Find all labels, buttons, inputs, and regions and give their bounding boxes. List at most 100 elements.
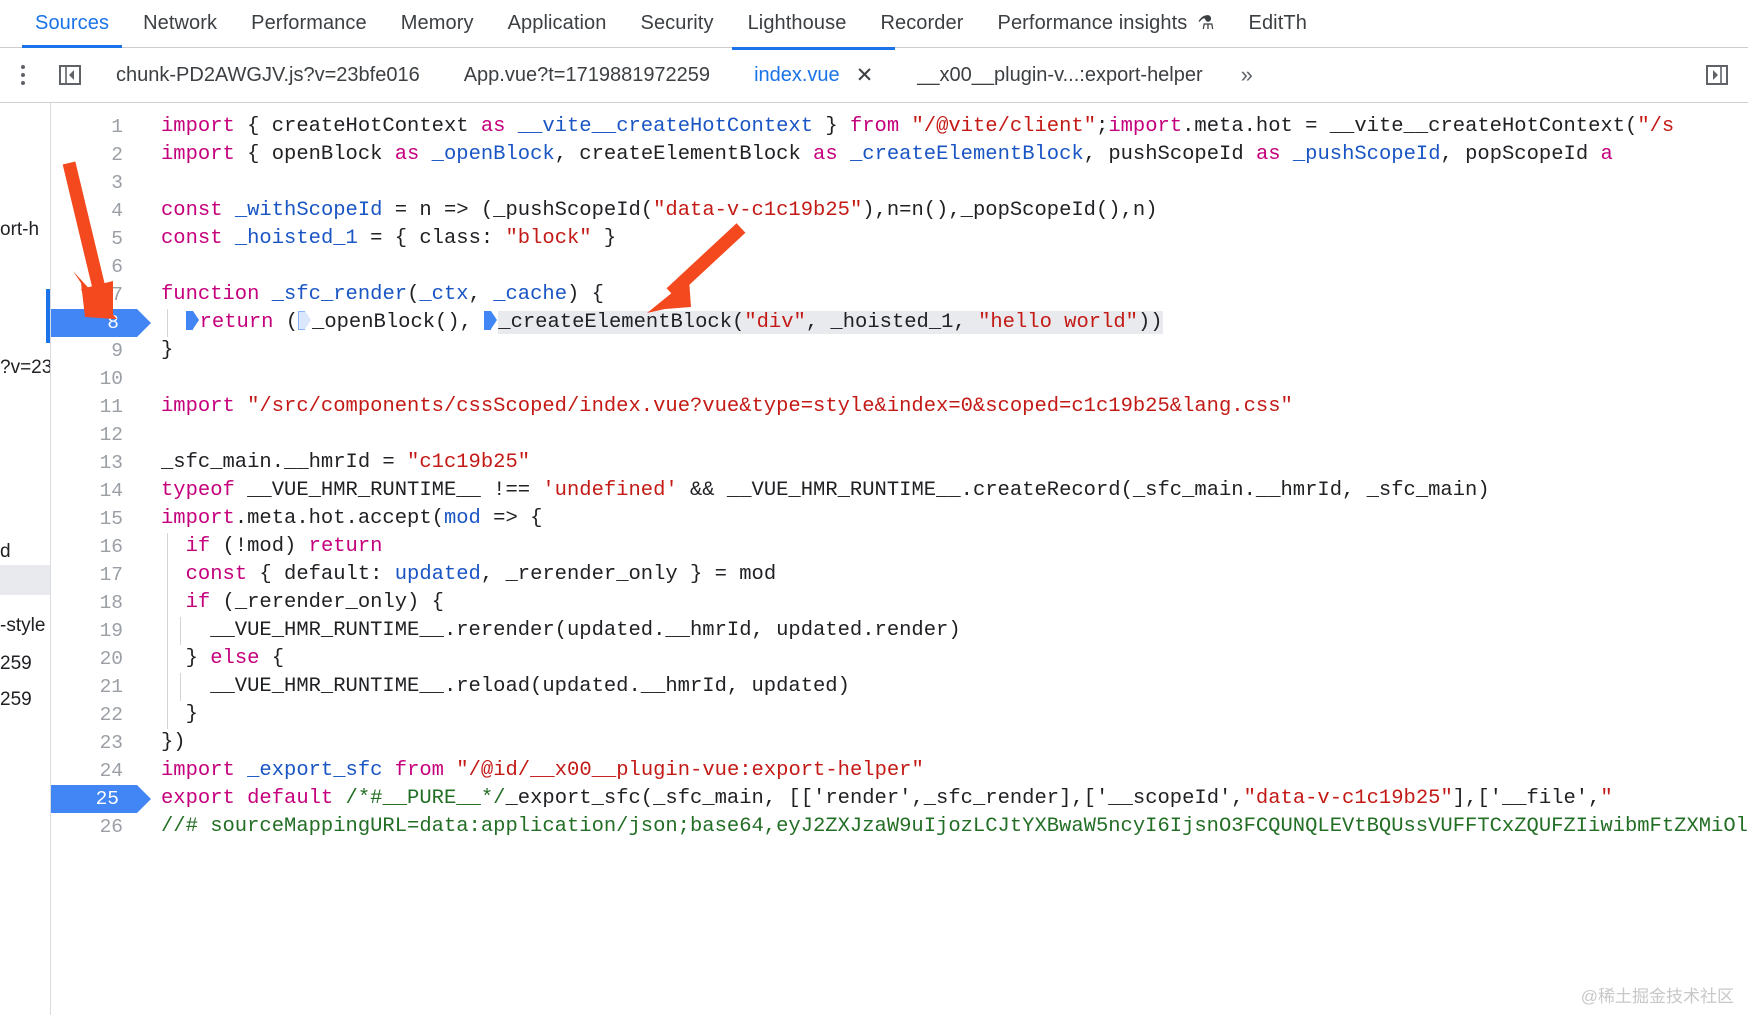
line-number[interactable]: 18	[51, 589, 137, 617]
line-number[interactable]: 13	[51, 449, 137, 477]
navigator-pane[interactable]: ort-h ?v=23 d -style 259 259	[0, 103, 51, 1015]
code-text: _sfc_main.__hmrId = "c1c19b25"	[161, 449, 530, 477]
line-number[interactable]: 19	[51, 617, 137, 645]
panel-tab-recorder[interactable]: Recorder	[863, 0, 980, 47]
code-line[interactable]: 22 }	[51, 701, 1748, 729]
inline-breakpoint-icon[interactable]	[484, 311, 497, 330]
code-token: mod	[444, 507, 481, 530]
code-token: from	[850, 115, 899, 138]
more-options-icon[interactable]	[0, 48, 46, 102]
line-number[interactable]: 3	[51, 169, 137, 197]
line-number[interactable]: 8	[51, 309, 137, 337]
panel-tab-security[interactable]: Security	[624, 0, 731, 47]
code-line[interactable]: 9}	[51, 337, 1748, 365]
code-token: { openBlock	[235, 143, 395, 166]
code-token	[382, 759, 394, 782]
code-line[interactable]: 3	[51, 169, 1748, 197]
panel-tab-network[interactable]: Network	[126, 0, 234, 47]
code-line[interactable]: 20 } else {	[51, 645, 1748, 673]
code-line[interactable]: 25export default /*#__PURE__*/_export_sf…	[51, 785, 1748, 813]
panel-tab-application[interactable]: Application	[491, 0, 624, 47]
file-tab-app-vue[interactable]: App.vue?t=1719881972259	[442, 48, 732, 102]
code-line[interactable]: 14typeof __VUE_HMR_RUNTIME__ !== 'undefi…	[51, 477, 1748, 505]
file-tab-chunk[interactable]: chunk-PD2AWGJV.js?v=23bfe016	[94, 48, 442, 102]
code-token: })	[161, 731, 186, 754]
code-token: typeof	[161, 479, 235, 502]
code-line[interactable]: 12	[51, 421, 1748, 449]
line-number[interactable]: 6	[51, 253, 137, 281]
line-number[interactable]: 23	[51, 729, 137, 757]
line-number[interactable]: 9	[51, 337, 137, 365]
code-line[interactable]: 16 if (!mod) return	[51, 533, 1748, 561]
navigator-item[interactable]: 259	[0, 649, 50, 679]
code-line[interactable]: 4const _withScopeId = n => (_pushScopeId…	[51, 197, 1748, 225]
navigator-item[interactable]: d	[0, 537, 50, 567]
code-token: "/@id/__x00__plugin-vue:export-helper"	[456, 759, 923, 782]
code-line[interactable]: 10	[51, 365, 1748, 393]
code-line[interactable]: 2import { openBlock as _openBlock, creat…	[51, 141, 1748, 169]
code-token: /*#__PURE__*/	[346, 787, 506, 810]
show-debugger-icon[interactable]	[1686, 48, 1748, 102]
code-lines-container[interactable]: 1import { createHotContext as __vite__cr…	[51, 103, 1748, 1015]
panel-tab-lighthouse[interactable]: Lighthouse	[731, 0, 864, 47]
navigator-item-selected[interactable]	[0, 565, 50, 595]
code-line[interactable]: 18 if (_rerender_only) {	[51, 589, 1748, 617]
line-number[interactable]: 14	[51, 477, 137, 505]
inline-breakpoint-icon[interactable]	[186, 311, 199, 330]
code-line[interactable]: 13 _sfc_main.__hmrId = "c1c19b25"	[51, 449, 1748, 477]
panel-tab-performance[interactable]: Performance	[234, 0, 384, 47]
inline-breakpoint-icon[interactable]	[298, 311, 311, 330]
code-line[interactable]: 6	[51, 253, 1748, 281]
panel-tab-memory[interactable]: Memory	[384, 0, 491, 47]
line-number[interactable]: 16	[51, 533, 137, 561]
code-line[interactable]: 26//# sourceMappingURL=data:application/…	[51, 813, 1748, 841]
line-number[interactable]: 25	[51, 785, 137, 813]
line-number[interactable]: 5	[51, 225, 137, 253]
code-line[interactable]: 7function _sfc_render(_ctx, _cache) {	[51, 281, 1748, 309]
line-number[interactable]: 2	[51, 141, 137, 169]
line-number[interactable]: 12	[51, 421, 137, 449]
navigator-item[interactable]: ort-h	[0, 215, 50, 245]
line-number[interactable]: 21	[51, 673, 137, 701]
navigator-item[interactable]: -style	[0, 611, 50, 641]
code-token: const	[161, 227, 223, 250]
line-number[interactable]: 7	[51, 281, 137, 309]
code-token	[505, 115, 517, 138]
code-line[interactable]: 15import.meta.hot.accept(mod => {	[51, 505, 1748, 533]
panel-tab-sources[interactable]: Sources	[18, 0, 126, 47]
panel-tab-performance-insights[interactable]: Performance insights ⚗	[981, 0, 1232, 47]
line-number[interactable]: 11	[51, 393, 137, 421]
code-line[interactable]: 1import { createHotContext as __vite__cr…	[51, 113, 1748, 141]
code-line[interactable]: 23})	[51, 729, 1748, 757]
panel-tab-label: Network	[143, 12, 217, 35]
close-icon[interactable]: ✕	[856, 65, 874, 86]
code-line[interactable]: 17 const { default: updated, _rerender_o…	[51, 561, 1748, 589]
navigator-item[interactable]: ?v=23	[0, 353, 50, 383]
line-number[interactable]: 10	[51, 365, 137, 393]
file-tab-export-helper[interactable]: __x00__plugin-v...:export-helper	[895, 48, 1224, 102]
code-token: 'undefined'	[542, 479, 677, 502]
tab-overflow-icon[interactable]: »	[1225, 48, 1269, 102]
file-tab-index-vue[interactable]: index.vue ✕	[732, 48, 895, 102]
code-token: __VUE_HMR_RUNTIME__.rerender(updated.__h…	[161, 619, 961, 642]
line-number[interactable]: 15	[51, 505, 137, 533]
code-token: , _rerender_only } = mod	[481, 563, 776, 586]
show-navigator-icon[interactable]	[46, 48, 94, 102]
code-token: _createElementBlock(	[498, 311, 744, 334]
line-number[interactable]: 17	[51, 561, 137, 589]
code-line[interactable]: 24import _export_sfc from "/@id/__x00__p…	[51, 757, 1748, 785]
code-line[interactable]: 11import "/src/components/cssScoped/inde…	[51, 393, 1748, 421]
panel-tab-editthis[interactable]: EditTh	[1232, 0, 1324, 47]
code-token: import	[161, 507, 235, 530]
line-number[interactable]: 4	[51, 197, 137, 225]
line-number[interactable]: 26	[51, 813, 137, 841]
line-number[interactable]: 24	[51, 757, 137, 785]
code-line[interactable]: 19 __VUE_HMR_RUNTIME__.rerender(updated.…	[51, 617, 1748, 645]
code-line[interactable]: 5const _hoisted_1 = { class: "block" }	[51, 225, 1748, 253]
navigator-item[interactable]: 259	[0, 685, 50, 715]
line-number[interactable]: 20	[51, 645, 137, 673]
line-number[interactable]: 22	[51, 701, 137, 729]
line-number[interactable]: 1	[51, 113, 137, 141]
code-line[interactable]: 21 __VUE_HMR_RUNTIME__.reload(updated.__…	[51, 673, 1748, 701]
code-line[interactable]: 8 return (_openBlock(), _createElementBl…	[51, 309, 1748, 337]
